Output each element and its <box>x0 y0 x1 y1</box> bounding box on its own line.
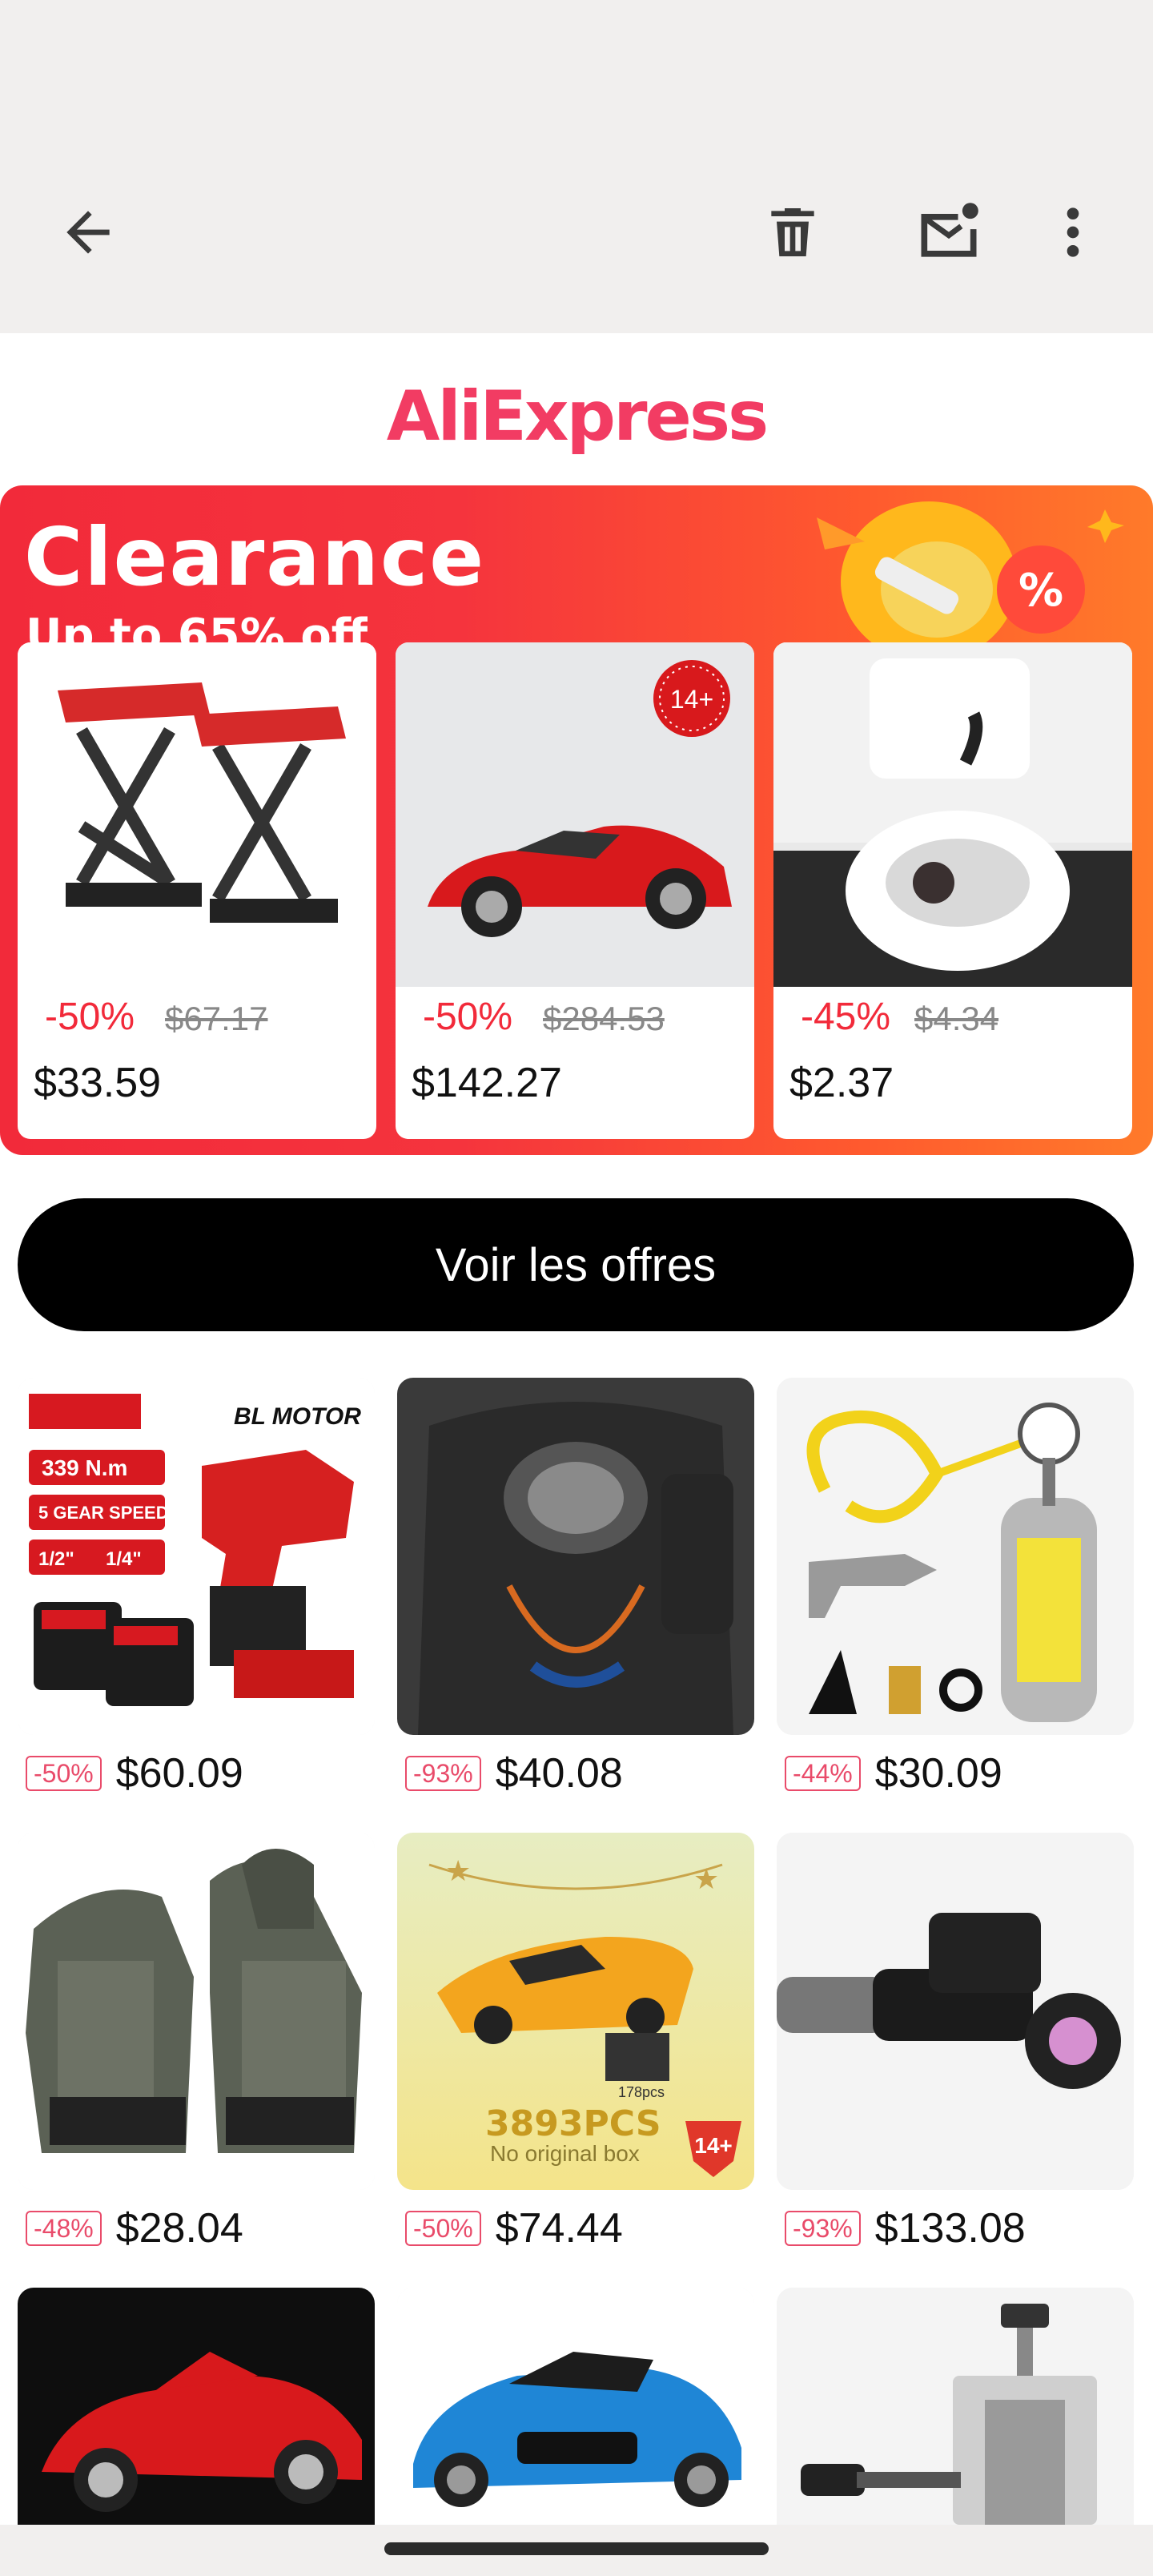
lego-sports-car-image: ★ ★ 178pcs 3893PCS No original box 14+ <box>397 1833 754 2190</box>
age-badge: 14+ <box>670 685 713 714</box>
product-card[interactable]: BL MOTOR 339 N.m 5 GEAR SPEED 1/2" 1/4" … <box>18 1378 375 1797</box>
deal-card[interactable]: -50% $67.17 $33.59 <box>18 642 376 1139</box>
product-card[interactable]: -93% $40.08 <box>397 1378 754 1797</box>
product-card[interactable]: ★ ★ 178pcs 3893PCS No original box 14+ -… <box>397 1833 754 2252</box>
deal-card[interactable]: -45% $4.34 $2.37 <box>773 642 1132 1139</box>
product-price: $40.08 <box>495 1750 623 1797</box>
deal-price: $2.37 <box>789 1060 894 1106</box>
product-card[interactable] <box>18 2288 375 2525</box>
discount-badge: -50% <box>26 1756 102 1791</box>
product-card[interactable] <box>777 2288 1134 2525</box>
mail-unread-icon[interactable] <box>905 188 993 276</box>
deal-discount: -50% <box>45 996 135 1038</box>
gesture-handle[interactable] <box>384 2542 769 2555</box>
discount-badge: -44% <box>785 1756 861 1791</box>
product-card[interactable] <box>397 2288 754 2525</box>
drive-size-2: 1/4" <box>106 1548 142 1570</box>
trash-icon[interactable] <box>753 188 833 276</box>
discount-badge: -93% <box>785 2211 861 2246</box>
impact-wrench-image: BL MOTOR 339 N.m 5 GEAR SPEED 1/2" 1/4" <box>18 1378 375 1735</box>
deal-price: $142.27 <box>412 1060 562 1106</box>
more-vertical-icon[interactable] <box>1041 188 1105 276</box>
deal-card[interactable]: 14+ -50% $284.53 $142.27 <box>396 642 754 1139</box>
product-card[interactable]: -93% $133.08 <box>777 1833 1134 2252</box>
product-price: $133.08 <box>874 2205 1026 2252</box>
blue-hypercar-image <box>397 2288 754 2525</box>
torque-label: 339 N.m <box>42 1455 127 1480</box>
svg-text:★: ★ <box>693 1862 719 1895</box>
product-card[interactable]: -44% $30.09 <box>777 1378 1134 1797</box>
deal-original-price: $4.34 <box>914 1000 999 1037</box>
discount-badge: -50% <box>405 2211 481 2246</box>
svg-text:%: % <box>1018 565 1063 617</box>
scissor-lift-image <box>18 642 376 987</box>
view-offers-button[interactable]: Voir les offres <box>18 1198 1134 1331</box>
cable-stripper-image <box>777 2288 1134 2525</box>
tactical-jacket-image <box>18 1833 375 2190</box>
logo-text: AliExpress <box>386 376 769 457</box>
pcs-label: 3893PCS <box>485 2103 661 2144</box>
product-price: $30.09 <box>874 1750 1002 1797</box>
megaphone-icon: % <box>817 501 1124 662</box>
deal-discount: -50% <box>423 996 513 1038</box>
product-card[interactable]: -48% $28.04 <box>18 1833 375 2252</box>
product-price: $74.44 <box>495 2205 623 2252</box>
deal-original-price: $284.53 <box>543 1000 665 1037</box>
arrow-left-icon[interactable] <box>48 192 128 272</box>
deal-original-price: $67.17 <box>165 1000 268 1037</box>
speed-label: 5 GEAR SPEED <box>38 1503 169 1523</box>
drive-size-1: 1/2" <box>38 1548 74 1570</box>
discount-badge: -93% <box>405 1756 481 1791</box>
deal-price: $33.59 <box>34 1060 162 1106</box>
banner-title: Clearance <box>24 510 486 604</box>
clearance-banner[interactable]: Clearance Up to 65% off % -50% $67.17 $3… <box>0 485 1153 1155</box>
red-sports-car-image: 14+ <box>396 642 754 987</box>
air-tank-kit-image <box>777 1378 1134 1735</box>
banner-subtitle: Up to 65% off <box>26 614 368 646</box>
red-supercar-image <box>18 2288 375 2525</box>
age-label: 14+ <box>694 2133 733 2158</box>
aliexpress-logo[interactable]: AliExpress <box>0 368 1153 465</box>
product-price: $60.09 <box>115 1750 243 1797</box>
cat-toilet-image <box>773 642 1132 987</box>
brand-label: BL MOTOR <box>234 1403 361 1430</box>
tactical-vest-image <box>397 1378 754 1735</box>
night-vision-scope-image <box>777 1833 1134 2190</box>
no-box-label: No original box <box>490 2141 640 2166</box>
svg-text:★: ★ <box>445 1854 471 1887</box>
app-bar <box>0 0 1153 333</box>
pcs-small-label: 178pcs <box>618 2084 665 2100</box>
deal-discount: -45% <box>801 996 891 1038</box>
product-price: $28.04 <box>115 2205 243 2252</box>
discount-badge: -48% <box>26 2211 102 2246</box>
